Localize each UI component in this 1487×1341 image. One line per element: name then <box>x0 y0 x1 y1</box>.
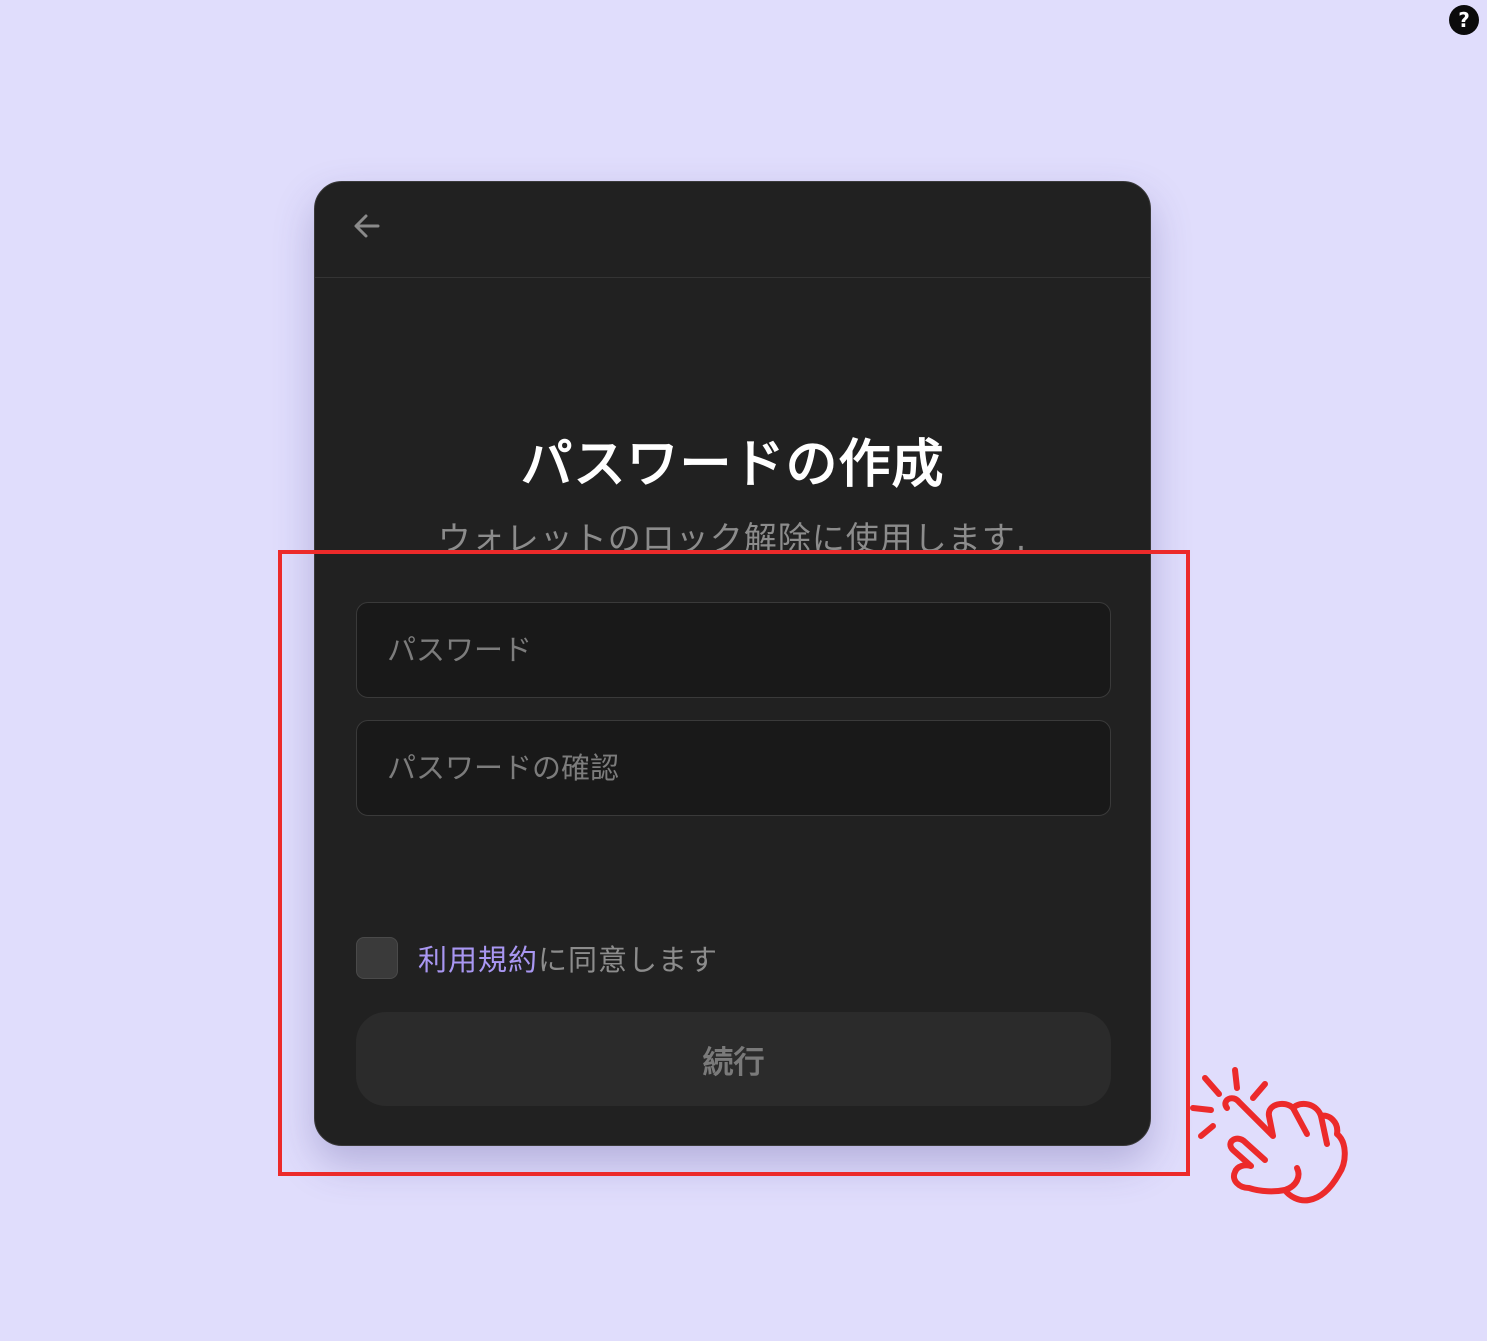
page-subtitle: ウォレットのロック解除に使用します. <box>437 519 1028 558</box>
terms-suffix-text: に同意します <box>538 943 719 977</box>
terms-label: 利用規約に同意します <box>418 937 718 979</box>
tapping-hand-icon <box>1190 1067 1348 1204</box>
back-button[interactable] <box>345 204 389 248</box>
confirm-password-input[interactable] <box>356 720 1111 816</box>
terms-agreement-row: 利用規約に同意します <box>356 936 718 980</box>
password-input[interactable] <box>356 602 1111 698</box>
help-question-icon[interactable]: ? <box>1449 5 1479 35</box>
help-icon-glyph: ? <box>1458 8 1470 32</box>
continue-button[interactable]: 続行 <box>356 1012 1111 1106</box>
card-header <box>315 182 1150 278</box>
terms-checkbox[interactable] <box>356 937 398 979</box>
terms-of-use-link[interactable]: 利用規約 <box>418 943 538 977</box>
create-password-card: パスワードの作成 ウォレットのロック解除に使用します. 利用規約に同意します 続… <box>314 181 1151 1146</box>
arrow-left-icon <box>354 214 380 238</box>
page-title: パスワードの作成 <box>520 435 945 495</box>
